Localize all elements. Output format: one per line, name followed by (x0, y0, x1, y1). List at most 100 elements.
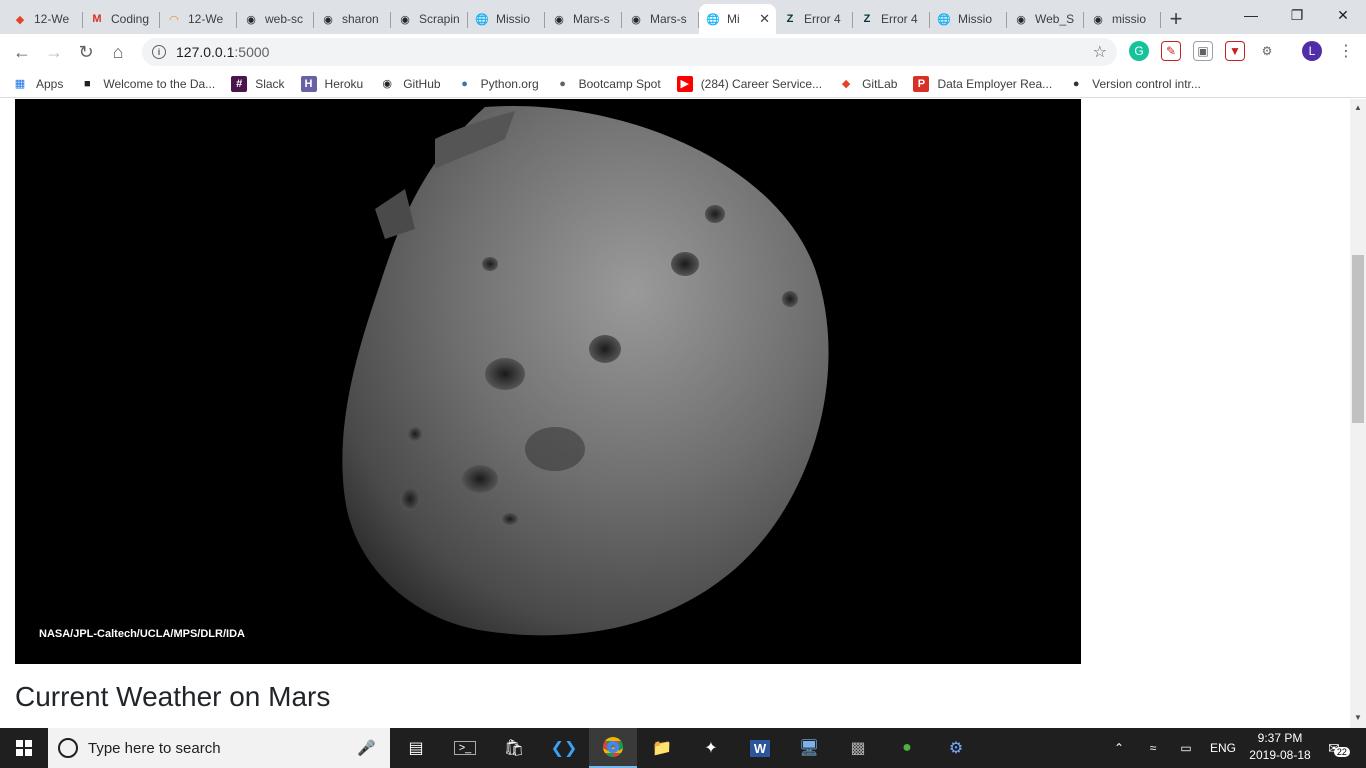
tab-label: 12-We (188, 12, 224, 26)
taskbar-search[interactable]: Type here to search 🎤 (48, 728, 390, 768)
store-icon[interactable]: 🛍 (490, 728, 538, 768)
apps-grid-icon: ▦ (14, 78, 26, 90)
bookmark-4[interactable]: ◉ GitHub (379, 76, 440, 92)
remote-desktop-icon[interactable]: 🖥 (785, 728, 833, 768)
url-port: :5000 (234, 44, 270, 60)
gmail-icon: M (92, 13, 102, 25)
vscode-icon[interactable]: ❮❯ (540, 728, 588, 768)
bookmark-label: (284) Career Service... (700, 76, 823, 91)
bookmark-label: Python.org (480, 76, 539, 91)
home-icon: ⌂ (112, 41, 124, 62)
chrome-icon[interactable] (589, 728, 637, 768)
globe-icon: 🌐 (937, 13, 951, 26)
bookmark-10[interactable]: ● Version control intr... (1068, 76, 1201, 92)
show-hidden-icons[interactable]: ⌃ (1108, 728, 1130, 768)
console-app-icon[interactable]: ▩ (834, 728, 882, 768)
youtube-icon: ▶ (676, 75, 693, 92)
microphone-icon[interactable]: 🎤 (357, 739, 376, 757)
tab-6[interactable]: 🌐 Missio (468, 4, 545, 34)
tab-4[interactable]: ◉ sharon (314, 4, 391, 34)
tab-14[interactable]: ◉ missio (1084, 4, 1161, 34)
network-extension-icon[interactable]: ⚙ (1257, 41, 1277, 61)
file-explorer-icon[interactable]: 📁 (638, 728, 686, 768)
extension-icon[interactable]: ▣ (1193, 41, 1213, 61)
language-indicator[interactable]: ENG (1208, 728, 1238, 768)
mongodb-icon[interactable]: ● (883, 728, 931, 768)
system-clock[interactable]: 9:37 PM 2019-08-18 (1238, 730, 1322, 764)
bookmark-5[interactable]: ● Python.org (457, 76, 539, 92)
back-button[interactable]: ← (6, 38, 38, 66)
settings-app-icon[interactable]: ⚙ (932, 728, 980, 768)
action-center-button[interactable]: ✉ 22 (1322, 728, 1356, 768)
tab-label: Web_S (1035, 12, 1075, 26)
tab-2[interactable]: ◠ 12-We (160, 4, 237, 34)
tab-13[interactable]: ◉ Web_S (1007, 4, 1084, 34)
task-view-icon[interactable]: ▤ (392, 728, 440, 768)
pdf-extension-icon[interactable]: ✎ (1161, 41, 1181, 61)
grammarly-icon[interactable]: G (1129, 41, 1149, 61)
tab-10[interactable]: Z Error 4 (776, 4, 853, 34)
tab-3[interactable]: ◉ web-sc (237, 4, 314, 34)
profile-avatar[interactable]: L (1302, 41, 1322, 61)
github-icon: ◉ (323, 13, 333, 26)
home-button[interactable]: ⌂ (102, 38, 134, 66)
tab-5[interactable]: ◉ Scrapin (391, 4, 468, 34)
pocket-icon[interactable]: ▼ (1225, 41, 1245, 61)
slack-app-icon[interactable]: ✦ (687, 728, 735, 768)
tab-8[interactable]: ◉ Mars-s (622, 4, 699, 34)
display-icon[interactable]: ▭ (1175, 728, 1197, 768)
bookmark-8[interactable]: ◆ GitLab (838, 76, 898, 92)
bookmark-star-icon[interactable]: ☆ (1093, 42, 1107, 62)
tab-12[interactable]: 🌐 Missio (930, 4, 1007, 34)
tab-label: missio (1112, 12, 1147, 26)
scroll-up-arrow-icon[interactable]: ▲ (1354, 103, 1362, 112)
tab-label: Mi (727, 12, 740, 26)
restore-button[interactable]: ❐ (1274, 0, 1320, 30)
image-credit: NASA/JPL-Caltech/UCLA/MPS/DLR/IDA (39, 628, 245, 640)
bookmark-label: Data Employer Rea... (937, 76, 1053, 91)
terminal-icon[interactable]: >_ (441, 728, 489, 768)
scroll-down-arrow-icon[interactable]: ▼ (1354, 713, 1362, 722)
info-icon[interactable]: i (152, 45, 166, 59)
bookmark-3[interactable]: H Heroku (300, 75, 363, 92)
bookmark-6[interactable]: ● Bootcamp Spot (555, 76, 661, 92)
bookmark-7[interactable]: ▶ (284) Career Service... (676, 75, 823, 92)
wifi-icon[interactable]: ≈ (1142, 728, 1164, 768)
tab-1[interactable]: M Coding (83, 4, 160, 34)
close-window-button[interactable]: ✕ (1320, 0, 1366, 30)
tab-11[interactable]: Z Error 4 (853, 4, 930, 34)
close-tab-icon[interactable]: ✕ (755, 11, 770, 27)
reload-button[interactable]: ↻ (70, 38, 102, 66)
atlassian-icon: ● (1072, 77, 1080, 90)
tab-label: Mars-s (650, 12, 687, 26)
heroku-icon: H (300, 75, 317, 92)
book-icon: ■ (84, 77, 91, 90)
bookmark-label: Bootcamp Spot (578, 76, 661, 91)
start-button[interactable] (0, 728, 48, 768)
arrow-right-icon: → (45, 41, 63, 62)
github-icon: ◉ (246, 13, 256, 26)
tab-7[interactable]: ◉ Mars-s (545, 4, 622, 34)
bookmark-1[interactable]: ■ Welcome to the Da... (79, 76, 215, 92)
pdf-icon: P (913, 75, 930, 92)
slack-icon: # (231, 75, 248, 92)
new-tab-button[interactable]: + (1161, 4, 1191, 34)
tab-0[interactable]: ◆ 12-We (6, 4, 83, 34)
word-icon[interactable]: W (736, 728, 784, 768)
bookmark-9[interactable]: P Data Employer Rea... (913, 75, 1053, 92)
forward-button[interactable]: → (38, 38, 70, 66)
bookmark-2[interactable]: # Slack (231, 75, 285, 92)
python-icon: ● (461, 77, 468, 90)
search-placeholder: Type here to search (88, 739, 221, 757)
github-icon: ◉ (554, 13, 564, 26)
minimize-button[interactable]: — (1228, 0, 1274, 30)
scrollbar-thumb[interactable] (1352, 255, 1364, 423)
tab-label: Missio (496, 12, 531, 26)
page-scrollbar[interactable]: ▲ ▼ (1350, 99, 1366, 728)
zendesk-icon: Z (786, 13, 794, 25)
address-bar[interactable]: i 127.0.0.1:5000 ☆ (142, 38, 1117, 66)
tab-9[interactable]: 🌐 Mi ✕ (699, 4, 776, 34)
menu-icon[interactable]: ⋮ (1336, 41, 1356, 61)
loading-icon: ◠ (169, 13, 179, 26)
bookmark-0[interactable]: ▦ Apps (12, 76, 64, 92)
